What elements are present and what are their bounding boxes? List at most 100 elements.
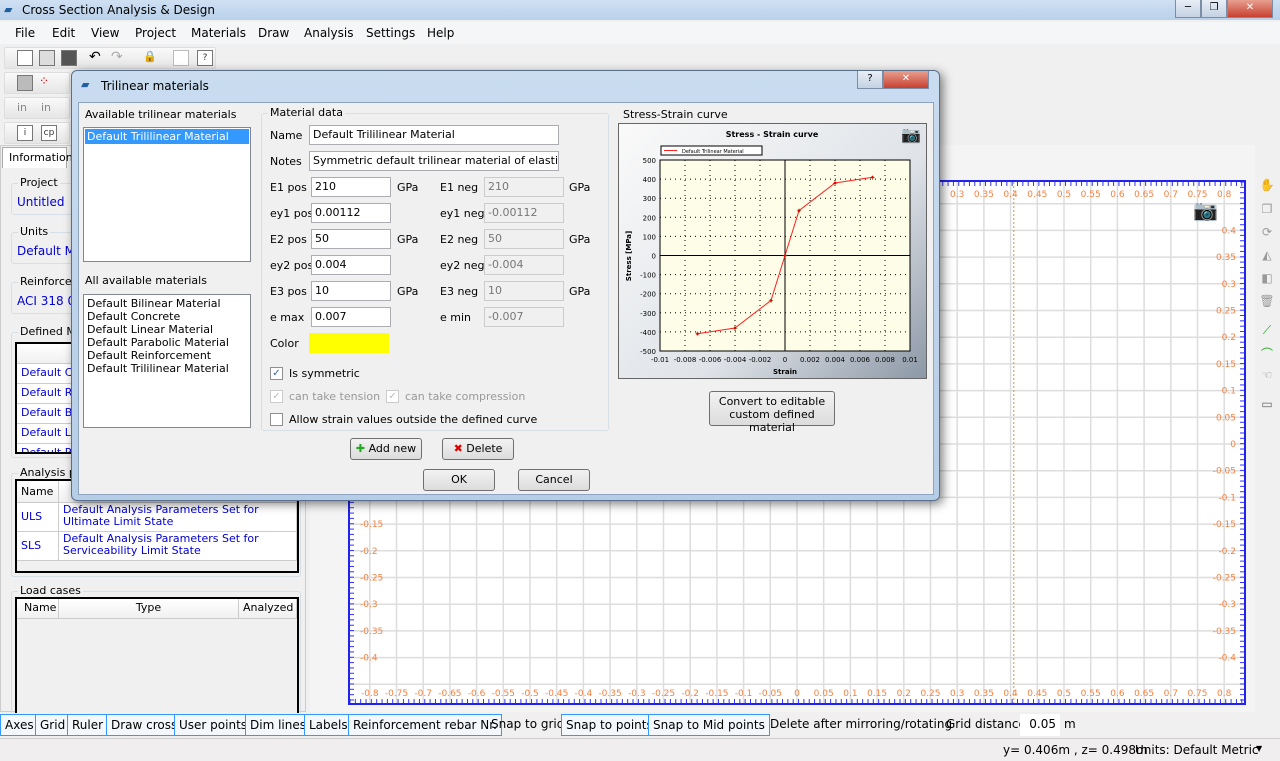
menu-file[interactable]: File (15, 26, 35, 40)
name-input[interactable]: Default Trililinear Material (309, 125, 559, 145)
list-item[interactable]: Default Bilinear Material (87, 297, 247, 310)
field-pos-input[interactable]: 10 (311, 281, 391, 301)
grid-fill-icon[interactable] (17, 75, 33, 91)
close-button[interactable]: ✕ (1227, 0, 1273, 18)
cancel-button[interactable]: Cancel (518, 469, 590, 491)
load-header-type[interactable]: Type (59, 599, 239, 619)
grid-distance-input[interactable]: 0.05 (1020, 714, 1060, 736)
list-item[interactable]: Default Parabolic Material (87, 336, 247, 349)
analysis-row-desc[interactable]: Default Analysis Parameters Set for Serv… (59, 532, 297, 561)
open-folder-icon[interactable] (39, 50, 55, 66)
load-header-analyzed[interactable]: Analyzed (239, 599, 297, 619)
menu-project[interactable]: Project (135, 26, 176, 40)
list-item[interactable]: Default Concrete (87, 310, 247, 323)
insert-b-icon[interactable]: in (41, 101, 51, 114)
mirror-icon[interactable]: ◭ (1258, 248, 1276, 264)
ruler-x-label-top: 0.7 (1164, 190, 1178, 200)
field-neg-label: E2 neg (440, 233, 479, 246)
camera-icon[interactable]: 📷 (1193, 198, 1218, 222)
insert-a-icon[interactable]: in (17, 101, 27, 114)
save-icon[interactable] (61, 50, 77, 66)
menu-draw[interactable]: Draw (258, 26, 289, 40)
toggle-delete-after[interactable]: Delete after mirroring/rotating (766, 714, 956, 736)
toggle-labels[interactable]: Labels (304, 714, 353, 736)
trash-icon[interactable]: 🗑 (1258, 294, 1276, 310)
ruler-x-label-bottom: -0.6 (468, 689, 486, 699)
menu-help[interactable]: Help (427, 26, 454, 40)
toggle-snap-mid-points[interactable]: Snap to Mid points (648, 714, 770, 736)
line-tool-icon[interactable]: ⟋ (1258, 323, 1276, 339)
overlap-icon[interactable]: ◧ (1258, 271, 1276, 287)
notes-label: Notes (270, 155, 302, 168)
toggle-snap-points[interactable]: Snap to points (561, 714, 658, 736)
minimize-button[interactable]: ─ (1175, 0, 1201, 18)
menu-edit[interactable]: Edit (52, 26, 75, 40)
arc-tool-icon[interactable]: ⌒ (1258, 345, 1276, 361)
list-item[interactable]: Default Reinforcement (87, 349, 247, 362)
menu-view[interactable]: View (91, 26, 119, 40)
help-button[interactable]: ? (857, 71, 883, 89)
material-data-label: Material data (268, 106, 345, 119)
info-icon[interactable]: i (17, 125, 33, 141)
field-pos-input[interactable]: 210 (311, 177, 391, 197)
toggle-ruler[interactable]: Ruler (67, 714, 109, 736)
analysis-row-name[interactable]: ULS (17, 503, 59, 532)
all-materials-list[interactable]: Default Bilinear Material Default Concre… (83, 294, 251, 428)
units-dropdown[interactable]: Units: Default Metric (1135, 743, 1259, 757)
ruler-y-label-left: -0.2 (360, 547, 378, 557)
is-symmetric-checkbox[interactable]: ✓ (270, 367, 283, 380)
list-item[interactable]: Default Trililinear Material (87, 362, 247, 375)
ruler-y-label-right: -0.1 (1218, 493, 1236, 503)
copy-icon[interactable] (173, 50, 189, 66)
lock-icon[interactable]: 🔒 (143, 50, 157, 63)
comment-icon[interactable]: ▭ (1258, 397, 1276, 413)
ruler-y-label-right: -0.35 (1213, 627, 1236, 637)
chevron-down-icon[interactable]: ▼ (1256, 744, 1262, 753)
toggle-draw-cross[interactable]: Draw cross (106, 714, 183, 736)
field-label: E2 pos (270, 233, 307, 246)
menu-materials[interactable]: Materials (191, 26, 246, 40)
name-label: Name (270, 129, 303, 142)
ok-button[interactable]: OK (423, 469, 495, 491)
dialog-close-button[interactable]: ✕ (883, 71, 929, 89)
project-value[interactable]: Untitled (17, 195, 64, 209)
notes-input[interactable]: Symmetric default trilinear material of … (309, 151, 559, 171)
maximize-button[interactable]: ❐ (1201, 0, 1227, 18)
help-doc-icon[interactable]: ? (197, 50, 213, 66)
menu-analysis[interactable]: Analysis (304, 26, 353, 40)
pan-hand-icon[interactable]: ✋ (1258, 178, 1276, 194)
toggle-snap-grid[interactable]: Snap to grid (487, 714, 568, 736)
convert-button[interactable]: Convert to editable custom defined mater… (709, 391, 835, 434)
new-file-icon[interactable] (17, 50, 33, 66)
delete-button[interactable]: ✖ Delete (442, 438, 514, 460)
copy-icon[interactable]: ❐ (1258, 202, 1276, 218)
list-item[interactable]: Default Trililinear Material (85, 129, 249, 144)
undo-icon[interactable]: ↶ (89, 49, 101, 65)
allow-outside-checkbox[interactable] (270, 413, 283, 426)
grid-points-icon[interactable]: ⁘ (39, 74, 49, 88)
field-pos-input[interactable]: 50 (311, 229, 391, 249)
toggle-axes[interactable]: Axes (0, 714, 39, 736)
field-pos-input[interactable]: 0.00112 (311, 203, 391, 223)
x-tick-label: 0.01 (902, 356, 918, 364)
rotate-icon[interactable]: ⟳ (1258, 225, 1276, 241)
field-pos-input[interactable]: 0.004 (311, 255, 391, 275)
analysis-row-name[interactable]: SLS (17, 532, 59, 561)
tab-information[interactable]: Information (2, 147, 73, 168)
toggle-grid[interactable]: Grid (35, 714, 71, 736)
cp-icon[interactable]: cp (41, 125, 57, 141)
redo-icon[interactable]: ↷ (111, 49, 123, 65)
camera-icon[interactable]: 📷 (901, 125, 921, 144)
toggle-dim-lines[interactable]: Dim lines (245, 714, 311, 736)
toggle-rebar-nr[interactable]: Reinforcement rebar Nr. (348, 714, 502, 736)
list-item[interactable]: Default Linear Material (87, 323, 247, 336)
color-swatch[interactable] (309, 333, 389, 353)
load-header-name[interactable]: Name (17, 599, 59, 619)
analysis-row-desc[interactable]: Default Analysis Parameters Set for Ulti… (59, 503, 297, 532)
menu-settings[interactable]: Settings (366, 26, 415, 40)
add-new-button[interactable]: ✚ Add new (350, 438, 422, 460)
field-pos-input[interactable]: 0.007 (311, 307, 391, 327)
toggle-user-points[interactable]: User points (174, 714, 253, 736)
available-list[interactable]: Default Trililinear Material (83, 127, 251, 262)
hand-point-icon[interactable]: ☜ (1258, 368, 1276, 384)
